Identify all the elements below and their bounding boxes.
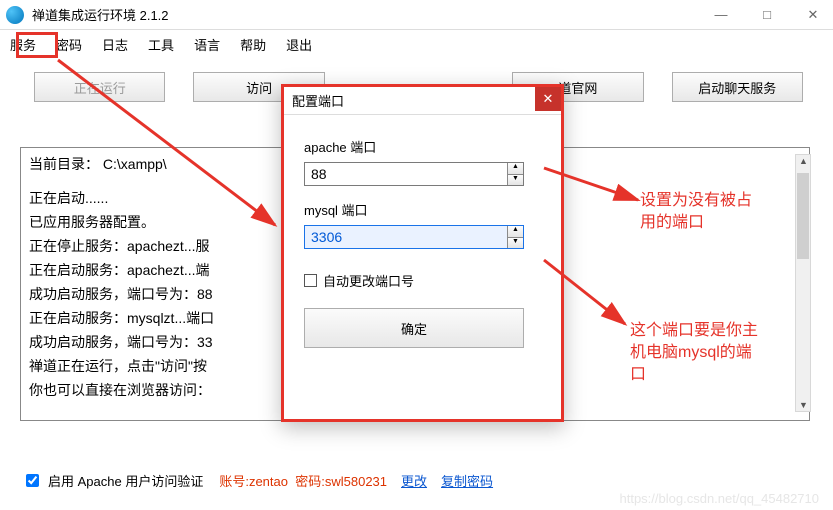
mysql-port-input[interactable]	[305, 226, 507, 248]
cwd-value: C:\xampp\	[103, 156, 167, 172]
window-controls: — □ ✕	[707, 7, 827, 23]
footer: 启用 Apache 用户访问验证 账号:zentao 密码:swl580231 …	[22, 471, 493, 490]
app-icon	[6, 6, 24, 24]
annotation-text: 用的端口	[640, 212, 752, 234]
spin-down-icon[interactable]: ▼	[508, 238, 523, 249]
scroll-up-icon[interactable]: ▲	[799, 156, 808, 166]
mysql-port-field[interactable]: ▲▼	[304, 225, 524, 249]
apache-port-field[interactable]: ▲▼	[304, 162, 524, 186]
apache-port-label: apache 端口	[304, 137, 541, 156]
dialog-close-button[interactable]: ✕	[535, 87, 561, 111]
mysql-port-label: mysql 端口	[304, 200, 541, 219]
apache-auth-checkbox[interactable]	[26, 474, 39, 487]
running-button[interactable]: 正在运行	[34, 72, 165, 102]
menu-tools[interactable]: 工具	[148, 35, 174, 54]
port-dialog: 配置端口 ✕ apache 端口 ▲▼ mysql 端口 ▲▼ 自动更改端口号 …	[281, 84, 564, 422]
ok-button[interactable]: 确定	[304, 308, 524, 348]
maximize-button[interactable]: □	[753, 7, 781, 23]
dialog-title: 配置端口	[292, 91, 344, 110]
annotation-2: 这个端口要是你主 机电脑mysql的端 口	[630, 320, 758, 386]
pwd-value: swl580231	[325, 474, 387, 489]
apache-port-input[interactable]	[305, 163, 507, 185]
pwd-label: 密码:	[295, 474, 325, 489]
annotation-text: 设置为没有被占	[640, 190, 752, 212]
change-link[interactable]: 更改	[401, 471, 427, 490]
log-scrollbar[interactable]: ▲ ▼	[795, 154, 811, 412]
auto-change-label: 自动更改端口号	[323, 271, 414, 290]
menu-password[interactable]: 密码	[56, 35, 82, 54]
spin-up-icon[interactable]: ▲	[508, 226, 523, 238]
account-label: 账号:	[219, 474, 249, 489]
copy-pwd-link[interactable]: 复制密码	[441, 471, 493, 490]
spin-up-icon[interactable]: ▲	[508, 163, 523, 175]
scroll-down-icon[interactable]: ▼	[799, 400, 808, 410]
menubar: 服务 密码 日志 工具 语言 帮助 退出	[0, 30, 833, 58]
chat-button[interactable]: 启动聊天服务	[672, 72, 803, 102]
auto-change-checkbox[interactable]	[304, 274, 317, 287]
highlight-service-menu	[16, 32, 58, 58]
menu-help[interactable]: 帮助	[240, 35, 266, 54]
watermark: https://blog.csdn.net/qq_45482710	[620, 491, 820, 506]
annotation-1: 设置为没有被占 用的端口	[640, 190, 752, 234]
ok-label: 确定	[401, 319, 427, 338]
mysql-port-spinner[interactable]: ▲▼	[507, 226, 523, 248]
annotation-text: 机电脑mysql的端	[630, 342, 758, 364]
annotation-text: 这个端口要是你主	[630, 320, 758, 342]
minimize-button[interactable]: —	[707, 7, 735, 23]
menu-language[interactable]: 语言	[194, 35, 220, 54]
apache-port-spinner[interactable]: ▲▼	[507, 163, 523, 185]
spin-down-icon[interactable]: ▼	[508, 175, 523, 186]
titlebar: 禅道集成运行环境 2.1.2 — □ ✕	[0, 0, 833, 30]
close-button[interactable]: ✕	[799, 7, 827, 23]
scroll-thumb[interactable]	[797, 173, 809, 259]
account-value: zentao	[249, 474, 288, 489]
annotation-text: 口	[630, 364, 758, 386]
cwd-label: 当前目录：	[29, 156, 99, 172]
menu-log[interactable]: 日志	[102, 35, 128, 54]
window-title: 禅道集成运行环境 2.1.2	[32, 5, 707, 24]
close-icon: ✕	[543, 91, 554, 107]
menu-exit[interactable]: 退出	[286, 35, 312, 54]
apache-auth-label: 启用 Apache 用户访问验证	[48, 471, 203, 490]
